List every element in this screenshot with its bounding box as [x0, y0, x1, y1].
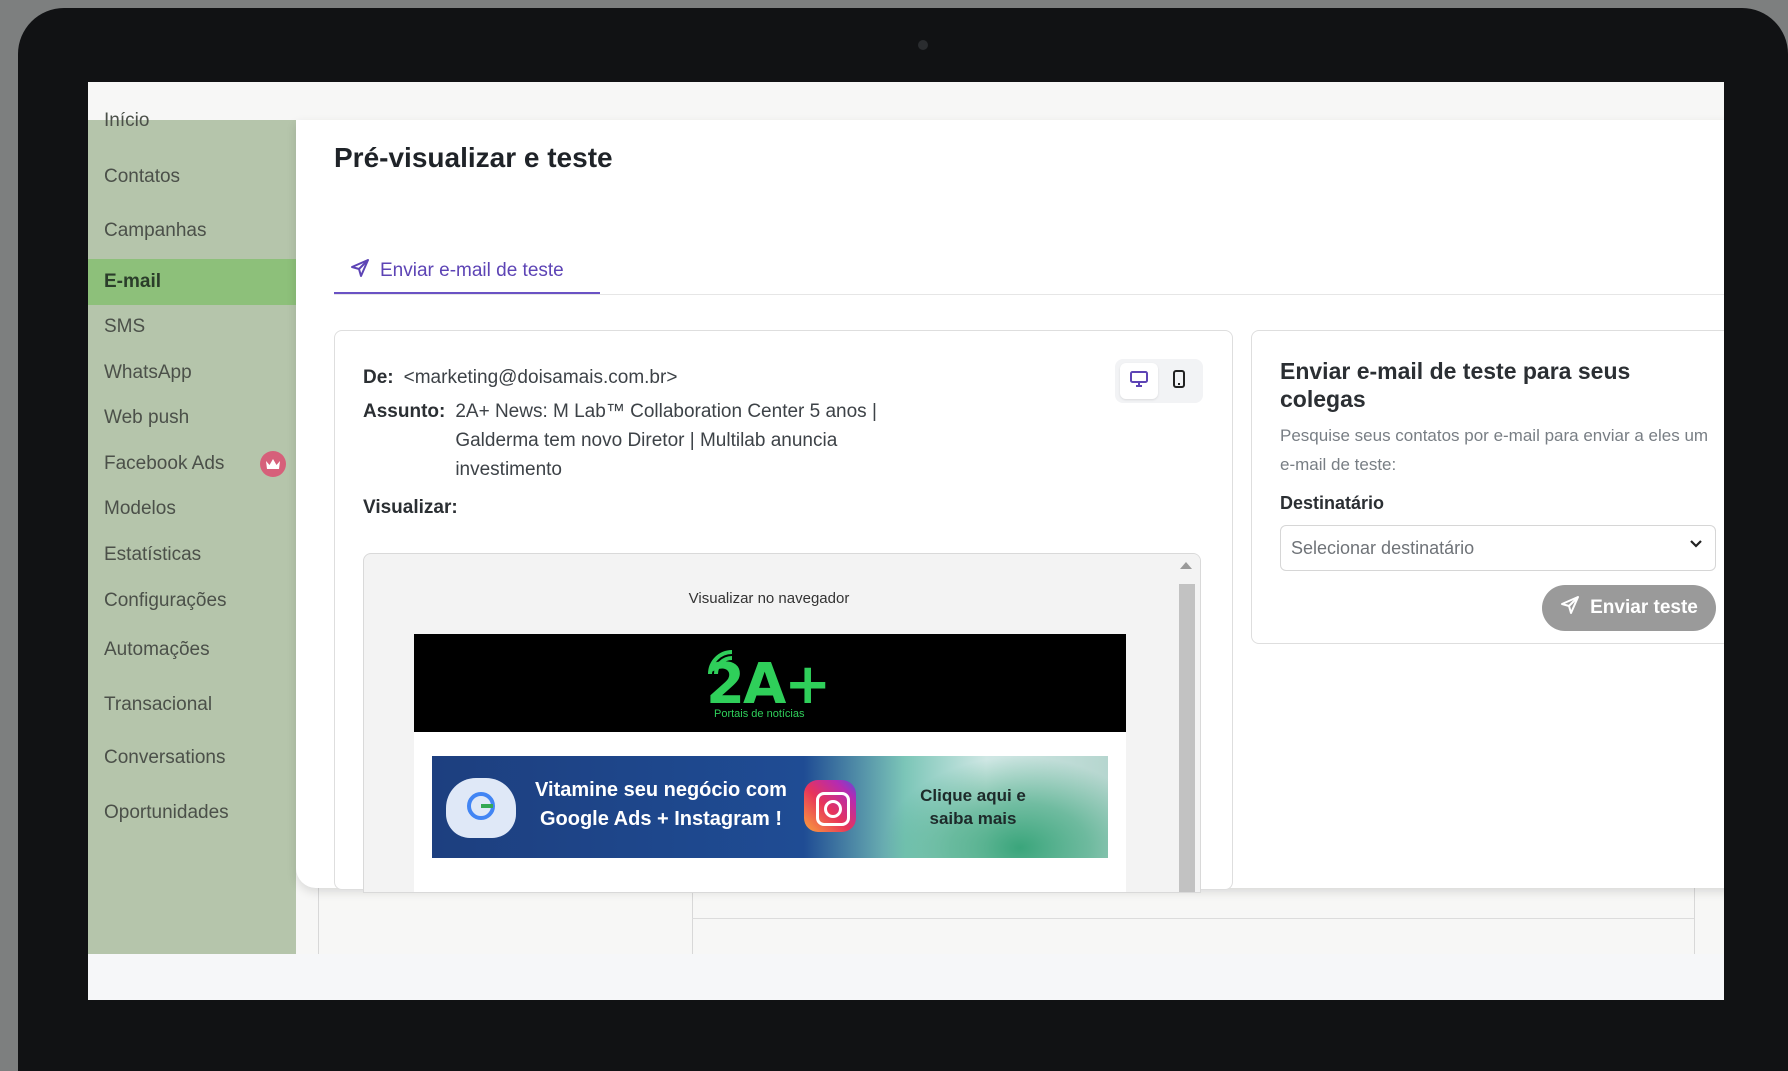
subject-value: 2A+ News: M Lab™ Collaboration Center 5 … [455, 401, 877, 480]
scroll-thumb[interactable] [1179, 584, 1195, 892]
sidebar-item-modelos[interactable]: Modelos [88, 486, 296, 532]
sidebar-item-automacoes[interactable]: Automações [88, 627, 296, 673]
sidebar-item-estatisticas[interactable]: Estatísticas [88, 532, 296, 578]
view-label: Visualizar: [363, 497, 458, 518]
send-test-description: Pesquise seus contatos por e-mail para e… [1280, 426, 1709, 474]
page-title: Pré-visualizar e teste [334, 142, 613, 173]
email-body: Vitamine seu negócio com Google Ads + In… [414, 732, 1126, 892]
bottom-strip [88, 954, 1724, 1000]
banner-cta[interactable]: Clique aqui e saiba mais [908, 784, 1038, 830]
mobile-view-button[interactable] [1160, 363, 1198, 399]
sidebar-item-configuracoes[interactable]: Configurações [88, 578, 296, 624]
sidebar-item-sms[interactable]: SMS [88, 304, 296, 350]
camera-dot [918, 40, 928, 50]
tab-label: Enviar e-mail de teste [380, 260, 564, 281]
email-preview-card: De: <marketing@doisamais.com.br> Assunto… [334, 330, 1233, 893]
banner-headline: Vitamine seu negócio com Google Ads + In… [535, 779, 787, 830]
instagram-icon [804, 780, 856, 832]
chevron-down-icon [1689, 536, 1703, 554]
subject-row: Assunto: 2A+ News: M Lab™ Collaboration … [363, 401, 885, 484]
email-header-logo: 2A+ Portais de notícias [414, 634, 1126, 732]
tab-send-test-email[interactable]: Enviar e-mail de teste [334, 250, 600, 294]
send-test-button[interactable]: Enviar teste [1542, 585, 1716, 631]
recipient-select[interactable]: Selecionar destinatário [1280, 525, 1716, 571]
sidebar-item-transacional[interactable]: Transacional [88, 682, 296, 728]
send-test-card: Enviar e-mail de teste para seus colegas… [1251, 330, 1724, 644]
recipient-label: Destinatário [1280, 493, 1385, 513]
device-toggle [1115, 359, 1203, 403]
from-value: <marketing@doisamais.com.br> [403, 367, 678, 388]
sidebar-item-campanhas[interactable]: Campanhas [88, 208, 296, 254]
desktop-view-button[interactable] [1120, 363, 1158, 399]
ad-banner[interactable]: Vitamine seu negócio com Google Ads + In… [432, 756, 1108, 858]
from-row: De: <marketing@doisamais.com.br> [363, 367, 677, 389]
recipient-placeholder: Selecionar destinatário [1291, 537, 1475, 558]
preview-test-panel: Pré-visualizar e teste Enviar e-mail de … [296, 120, 1724, 893]
preview-scrollbar[interactable] [1174, 554, 1200, 892]
email-render-frame[interactable]: Visualizar no navegador 2A+ Portais de n… [363, 553, 1201, 893]
sidebar-item-whatsapp[interactable]: WhatsApp [88, 350, 296, 396]
logo-subtitle: Portais de notícias [714, 708, 805, 720]
subject-label: Assunto: [363, 401, 446, 422]
from-label: De: [363, 367, 394, 388]
paper-plane-icon [350, 258, 370, 284]
desktop-icon [1129, 370, 1149, 393]
mobile-icon [1172, 369, 1186, 394]
tab-divider [334, 294, 1724, 295]
sidebar-item-facebook-ads[interactable]: Facebook Ads [88, 441, 296, 487]
view-in-browser-link[interactable]: Visualizar no navegador [364, 590, 1174, 607]
app-screen: Início Contatos Campanhas E-mail SMS Wha… [88, 82, 1724, 1000]
sidebar-item-conversations[interactable]: Conversations [88, 735, 296, 781]
paper-plane-icon [1560, 595, 1580, 621]
send-test-button-label: Enviar teste [1590, 597, 1698, 618]
google-cloud-icon [446, 778, 516, 838]
sidebar: Início Contatos Campanhas E-mail SMS Wha… [88, 110, 296, 954]
sidebar-item-email[interactable]: E-mail [88, 259, 296, 305]
sidebar-item-inicio[interactable]: Início [88, 98, 296, 144]
sidebar-item-contatos[interactable]: Contatos [88, 154, 296, 200]
crown-icon [260, 451, 286, 477]
sidebar-item-oportunidades[interactable]: Oportunidades [88, 790, 296, 836]
send-test-title: Enviar e-mail de teste para seus colegas [1280, 358, 1631, 412]
scroll-up-icon[interactable] [1180, 562, 1192, 569]
sidebar-item-web-push[interactable]: Web push [88, 395, 296, 441]
